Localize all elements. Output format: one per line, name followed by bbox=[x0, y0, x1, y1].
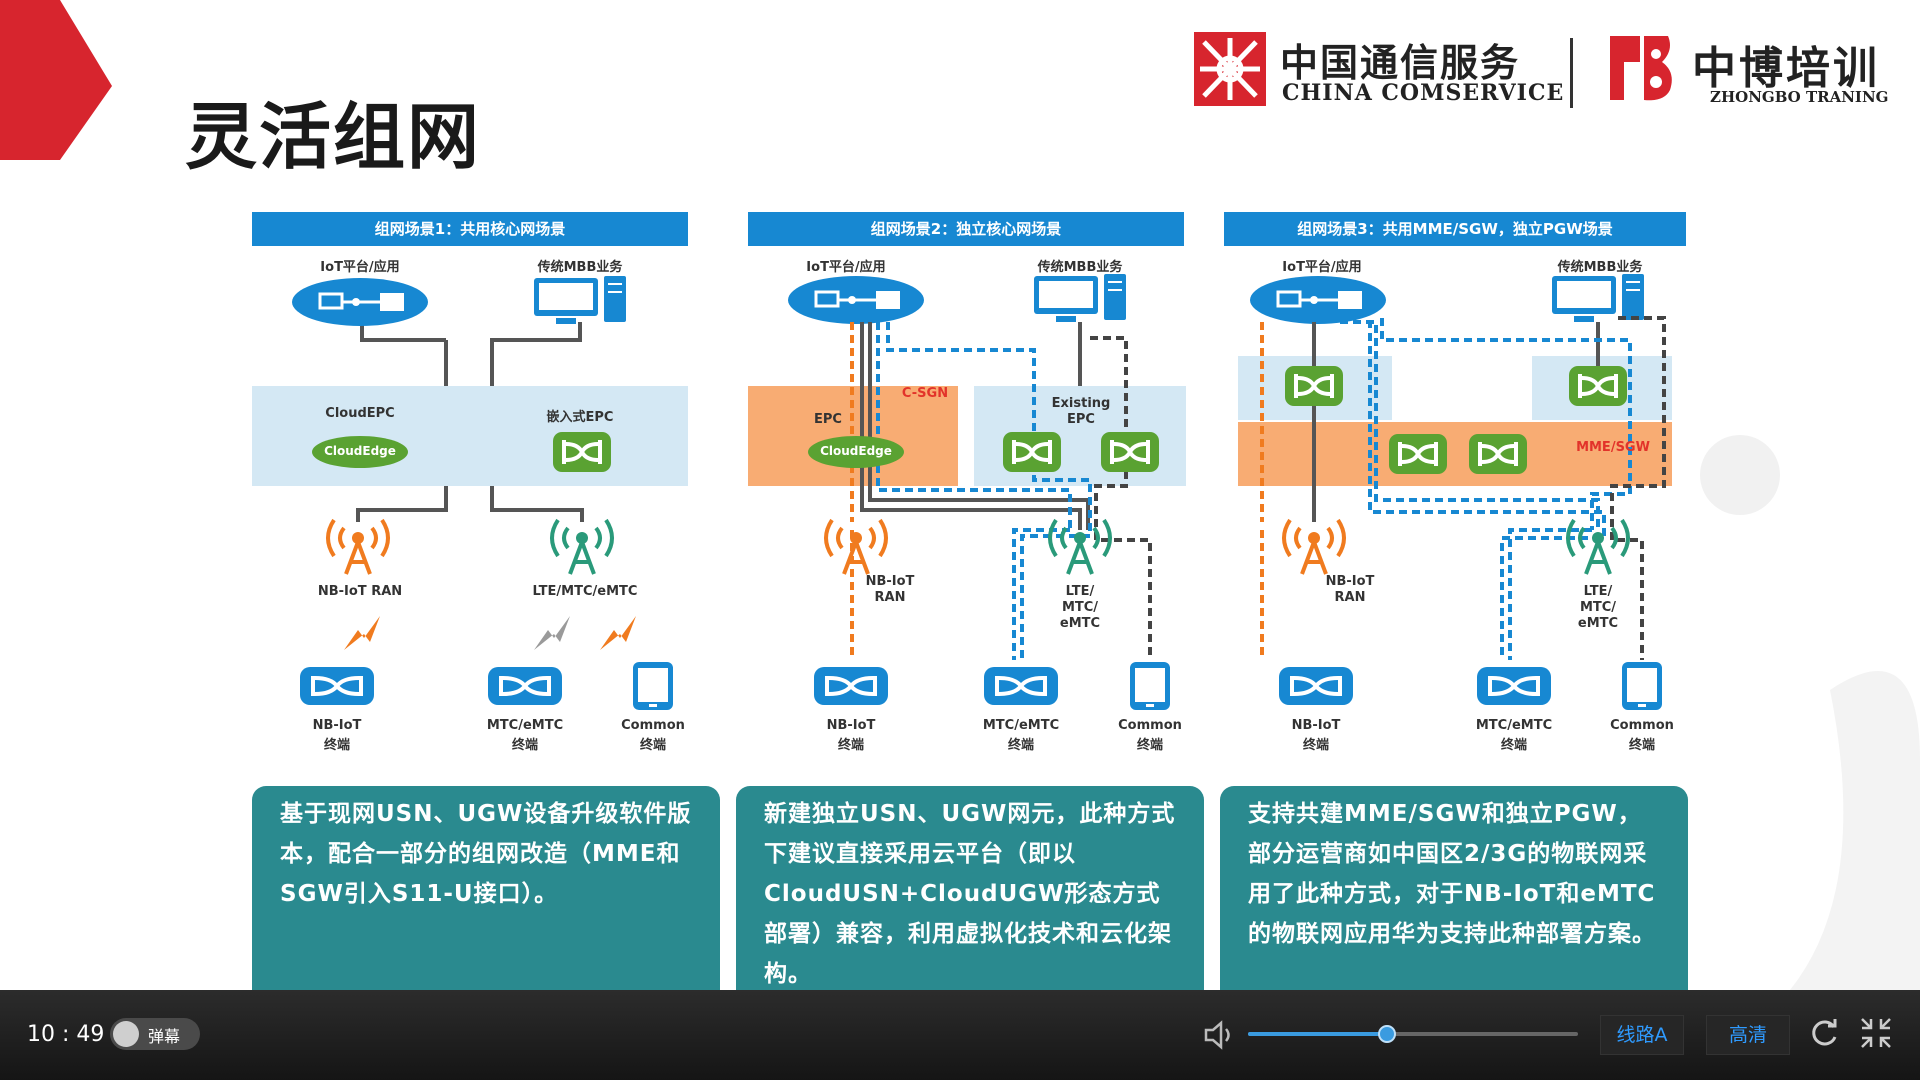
scene2-ran-right-label: LTE/ MTC/ eMTC bbox=[1059, 584, 1101, 631]
scene1-core-right-label: 嵌入式EPC bbox=[546, 410, 614, 425]
danmu-label: 弹幕 bbox=[148, 1027, 181, 1046]
scene3-top-left-label: IoT平台/应用 bbox=[1282, 260, 1362, 275]
scene3-ran-left-label: NB-IoT RAN bbox=[1325, 574, 1375, 605]
scene3-mme-label: MME/SGW bbox=[1576, 440, 1650, 455]
scene1-term2-sub: 终端 bbox=[511, 738, 538, 753]
scene2-epc-label: EPC bbox=[814, 412, 842, 427]
slide: 灵活组网 中国通信服务 CHINA COMSERVICE 中博培训 ZHONGB… bbox=[0, 0, 1920, 1080]
scene1-term3-label: Common bbox=[621, 718, 685, 733]
danmu-toggle[interactable]: 弹幕 bbox=[110, 1018, 200, 1050]
scene3-term1-sub: 终端 bbox=[1302, 738, 1329, 753]
volume-slider[interactable] bbox=[1248, 1025, 1578, 1043]
scene1-top-right-label: 传统MBB业务 bbox=[537, 260, 623, 275]
scene2-existing-epc: Existing EPC bbox=[1051, 396, 1111, 427]
danmu-toggle-knob bbox=[113, 1021, 139, 1047]
volume-knob[interactable] bbox=[1377, 1025, 1396, 1043]
speaker-icon[interactable] bbox=[1202, 1018, 1236, 1052]
scene3-term2-label: MTC/eMTC bbox=[1475, 718, 1553, 733]
scene1-ran-right-label: LTE/MTC/eMTC bbox=[532, 584, 638, 599]
scene3-term3-sub: 终端 bbox=[1628, 738, 1655, 753]
scene1-cloud-label: CloudEdge bbox=[324, 444, 396, 458]
scene3-term1-label: NB-IoT bbox=[1291, 718, 1341, 733]
quality-button[interactable]: 高清 bbox=[1706, 1015, 1790, 1055]
scene3-top-right-label: 传统MBB业务 bbox=[1557, 260, 1643, 275]
scene2-term1-sub: 终端 bbox=[837, 738, 864, 753]
scene3-term2-sub: 终端 bbox=[1500, 738, 1527, 753]
scene2-term3-sub: 终端 bbox=[1136, 738, 1163, 753]
scene1-top-left-label: IoT平台/应用 bbox=[320, 260, 400, 275]
scene1-ran-left-label: NB-IoT RAN bbox=[317, 584, 403, 599]
volume-fill bbox=[1248, 1032, 1387, 1036]
scene2-top-right-label: 传统MBB业务 bbox=[1037, 260, 1123, 275]
scene2-term3-label: Common bbox=[1118, 718, 1182, 733]
scene2-term2-sub: 终端 bbox=[1007, 738, 1034, 753]
line-select-button[interactable]: 线路A bbox=[1600, 1015, 1684, 1055]
scene2-term1-label: NB-IoT bbox=[826, 718, 876, 733]
scene2-ran-left-label: NB-IoT RAN bbox=[865, 574, 915, 605]
exit-fullscreen-icon[interactable] bbox=[1858, 1015, 1894, 1051]
scene2-term2-label: MTC/eMTC bbox=[982, 718, 1060, 733]
playback-time: 10 : 49 bbox=[27, 1022, 105, 1047]
scene2-csgn-label: C-SGN bbox=[901, 386, 949, 401]
scene2-cloud-label: CloudEdge bbox=[820, 444, 892, 458]
scene1-term2-label: MTC/eMTC bbox=[486, 718, 564, 733]
scene1-diagram bbox=[252, 275, 688, 710]
scene1-term1-label: NB-IoT bbox=[312, 718, 362, 733]
scene1-core-left-label: CloudEPC bbox=[325, 406, 395, 421]
scene3-term3-label: Common bbox=[1610, 718, 1674, 733]
scene1-term3-sub: 终端 bbox=[639, 738, 666, 753]
refresh-icon[interactable] bbox=[1806, 1015, 1842, 1051]
scene1-term1-sub: 终端 bbox=[323, 738, 350, 753]
scene3-diagram bbox=[1238, 273, 1672, 710]
scene2-top-left-label: IoT平台/应用 bbox=[806, 260, 886, 275]
scene2-diagram bbox=[748, 273, 1186, 710]
scene3-ran-right-label: LTE/ MTC/ eMTC bbox=[1577, 584, 1619, 631]
